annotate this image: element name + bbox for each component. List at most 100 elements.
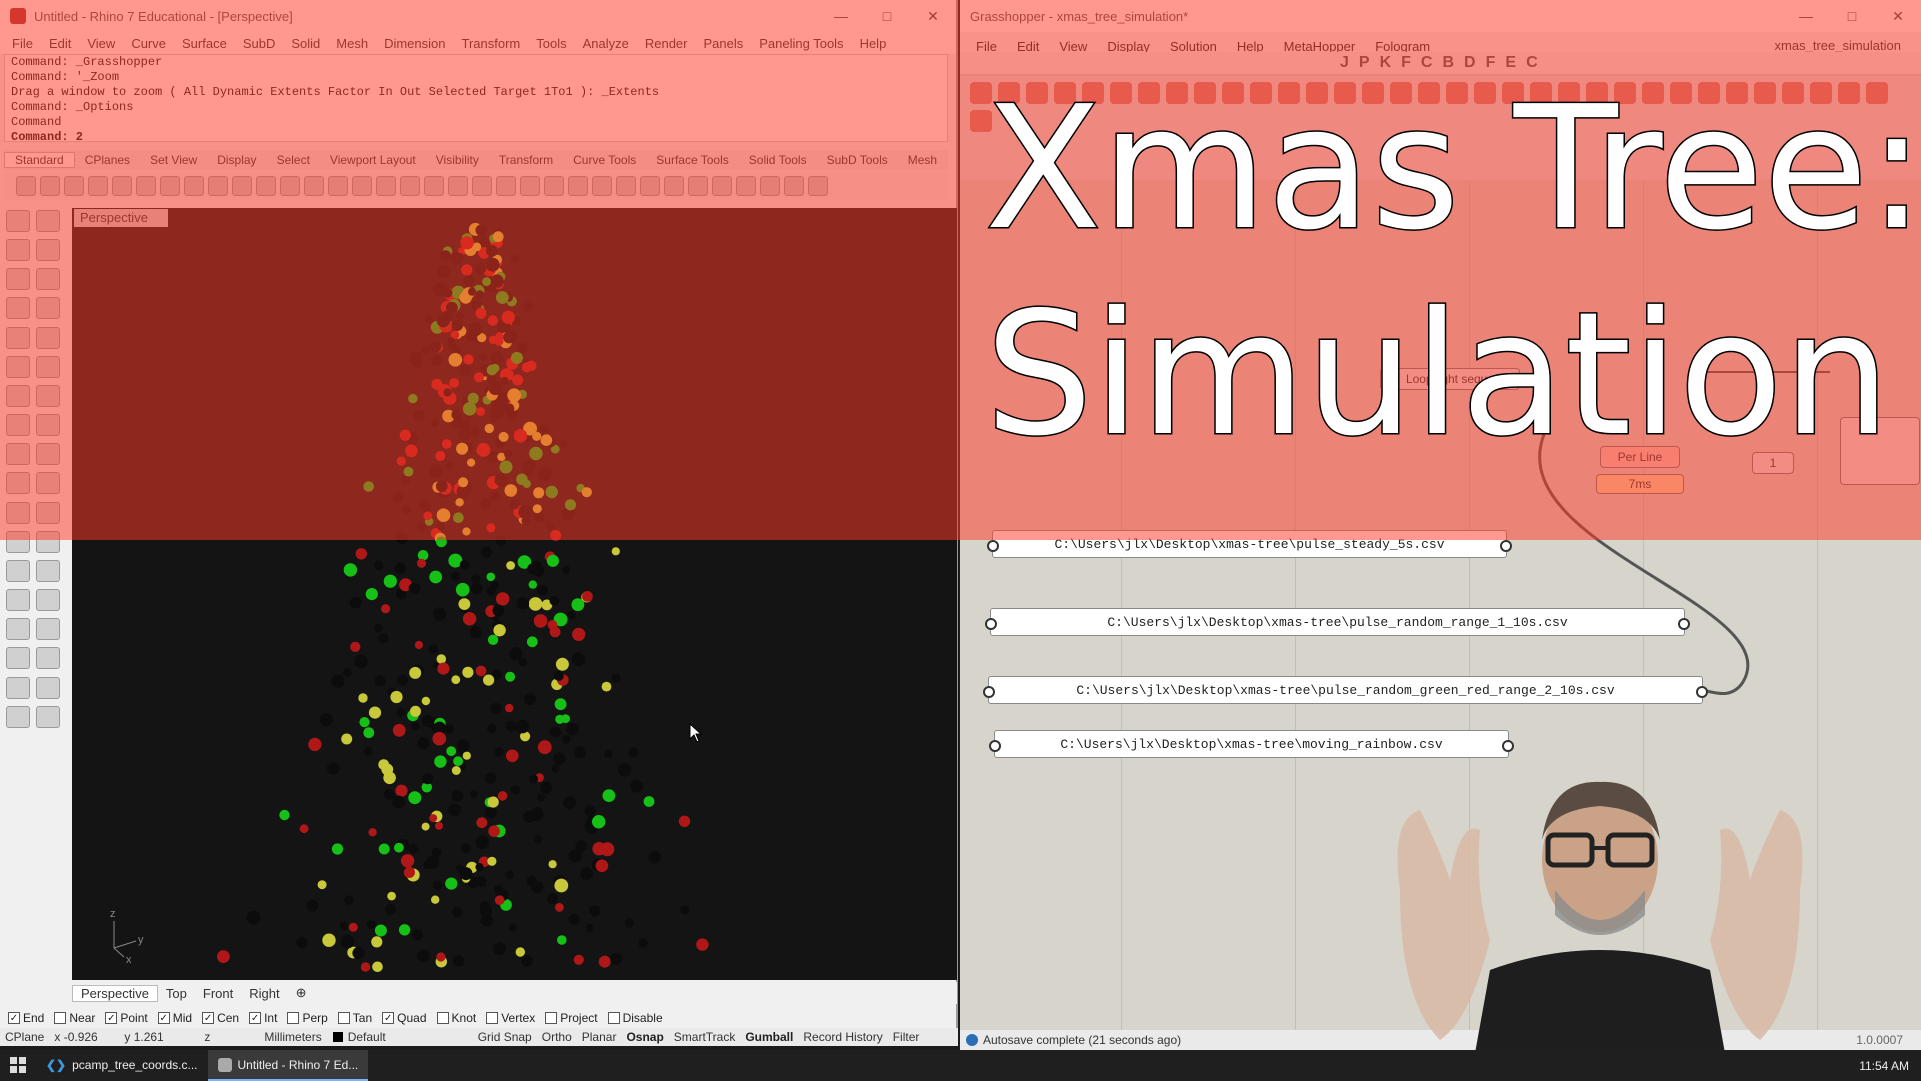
- planar-toggle[interactable]: Planar: [577, 1030, 622, 1044]
- tool-button[interactable]: [6, 530, 30, 553]
- tool-button[interactable]: [6, 210, 30, 232]
- tool-button[interactable]: [36, 647, 60, 670]
- add-viewport-icon[interactable]: ⊕: [288, 985, 315, 1001]
- tab-standard[interactable]: Standard: [4, 152, 75, 168]
- tool-button[interactable]: [36, 297, 60, 320]
- tool-button[interactable]: [6, 326, 30, 349]
- toolbar-button[interactable]: [208, 176, 228, 196]
- tool-button[interactable]: [6, 647, 30, 670]
- viewport-tab-top[interactable]: Top: [158, 986, 195, 1001]
- tool-button[interactable]: [36, 530, 60, 553]
- menu-mesh[interactable]: Mesh: [328, 36, 376, 51]
- ortho-toggle[interactable]: Ortho: [537, 1030, 577, 1044]
- tab-set-view[interactable]: Set View: [140, 153, 207, 167]
- osnap-toggle[interactable]: Osnap: [621, 1030, 668, 1044]
- tool-button[interactable]: [36, 384, 60, 407]
- tool-button[interactable]: [36, 239, 60, 262]
- checkbox[interactable]: ✓: [202, 1012, 215, 1024]
- record-history-toggle[interactable]: Record History: [798, 1030, 887, 1044]
- tab-solid-tools[interactable]: Solid Tools: [739, 153, 817, 167]
- toolbar-button[interactable]: [184, 176, 204, 196]
- tool-button[interactable]: [6, 239, 30, 262]
- close-button[interactable]: ✕: [910, 0, 956, 32]
- tab-viewport-layout[interactable]: Viewport Layout: [320, 153, 426, 167]
- viewport-tab-perspective[interactable]: Perspective: [72, 984, 158, 1002]
- file-path-panel[interactable]: C:\Users\jlx\Desktop\xmas-tree\pulse_ran…: [983, 676, 1708, 704]
- menu-view[interactable]: View: [79, 36, 123, 51]
- toolbar-button[interactable]: [136, 176, 156, 196]
- menu-analyze[interactable]: Analyze: [575, 36, 637, 51]
- gh-close-button[interactable]: ✕: [1875, 0, 1921, 32]
- toolbar-button[interactable]: [280, 176, 300, 196]
- tool-button[interactable]: [36, 326, 60, 349]
- checkbox[interactable]: [54, 1012, 67, 1024]
- osnap-project[interactable]: Project: [545, 1011, 598, 1025]
- current-layer[interactable]: Default: [343, 1030, 473, 1044]
- tab-display[interactable]: Display: [207, 153, 266, 167]
- checkbox[interactable]: [607, 1012, 620, 1024]
- tab-curve-tools[interactable]: Curve Tools: [563, 153, 646, 167]
- toolbar-button[interactable]: [568, 176, 588, 196]
- menu-render[interactable]: Render: [637, 36, 696, 51]
- tool-button[interactable]: [36, 559, 60, 582]
- toolbar-button[interactable]: [688, 176, 708, 196]
- toolbar-button[interactable]: [256, 176, 276, 196]
- tab-transform[interactable]: Transform: [489, 153, 563, 167]
- checkbox[interactable]: [436, 1012, 449, 1024]
- osnap-quad[interactable]: ✓ Quad: [382, 1011, 427, 1025]
- toolbar-button[interactable]: [376, 176, 396, 196]
- checkbox[interactable]: ✓: [382, 1012, 395, 1024]
- tool-button[interactable]: [36, 589, 60, 612]
- osnap-perp[interactable]: Perp: [287, 1011, 328, 1025]
- toolbar-button[interactable]: [352, 176, 372, 196]
- gh-maximize-button[interactable]: □: [1829, 0, 1875, 32]
- toolbar-button[interactable]: [64, 176, 84, 196]
- osnap-disable[interactable]: Disable: [607, 1011, 663, 1025]
- toolbar-button[interactable]: [40, 176, 60, 196]
- tab-select[interactable]: Select: [267, 153, 320, 167]
- toolbar-button[interactable]: [424, 176, 444, 196]
- checkbox[interactable]: ✓: [157, 1012, 170, 1024]
- tool-button[interactable]: [36, 472, 60, 495]
- checkbox[interactable]: ✓: [105, 1012, 118, 1024]
- toolbar-button[interactable]: [520, 176, 540, 196]
- checkbox[interactable]: [337, 1012, 350, 1024]
- tool-button[interactable]: [6, 384, 30, 407]
- toolbar-button[interactable]: [616, 176, 636, 196]
- menu-file[interactable]: File: [4, 36, 41, 51]
- tool-button[interactable]: [6, 618, 30, 641]
- menu-panels[interactable]: Panels: [695, 36, 751, 51]
- file-path-panel[interactable]: C:\Users\jlx\Desktop\xmas-tree\pulse_ste…: [987, 530, 1512, 558]
- tool-button[interactable]: [6, 676, 30, 699]
- tool-button[interactable]: [36, 501, 60, 524]
- menu-tools[interactable]: Tools: [528, 36, 574, 51]
- menu-curve[interactable]: Curve: [123, 36, 174, 51]
- menu-transform[interactable]: Transform: [453, 36, 528, 51]
- tool-button[interactable]: [6, 501, 30, 524]
- toolbar-button[interactable]: [808, 176, 828, 196]
- tool-button[interactable]: [36, 618, 60, 641]
- viewport-tab-right[interactable]: Right: [241, 986, 287, 1001]
- filter-toggle[interactable]: Filter: [888, 1030, 925, 1044]
- toolbar-button[interactable]: [760, 176, 780, 196]
- tool-button[interactable]: [6, 589, 30, 612]
- toolbar-button[interactable]: [160, 176, 180, 196]
- checkbox[interactable]: ✓: [8, 1012, 20, 1024]
- tool-button[interactable]: [36, 443, 60, 466]
- tool-button[interactable]: [36, 210, 60, 232]
- toolbar-button[interactable]: [496, 176, 516, 196]
- menu-dimension[interactable]: Dimension: [376, 36, 453, 51]
- osnap-end[interactable]: ✓ End: [8, 1011, 44, 1025]
- osnap-vertex[interactable]: Vertex: [486, 1011, 535, 1025]
- toolbar-button[interactable]: [112, 176, 132, 196]
- osnap-tan[interactable]: Tan: [337, 1011, 372, 1025]
- checkbox[interactable]: [486, 1012, 499, 1024]
- tab-mesh-tools[interactable]: Mesh: [898, 153, 947, 167]
- menu-surface[interactable]: Surface: [174, 36, 235, 51]
- perspective-viewport[interactable]: Perspective z y x: [72, 208, 957, 980]
- checkbox[interactable]: [287, 1012, 300, 1024]
- tool-button[interactable]: [6, 472, 30, 495]
- viewport-tab-front[interactable]: Front: [195, 986, 241, 1001]
- osnap-mid[interactable]: ✓ Mid: [157, 1011, 192, 1025]
- tab-visibility[interactable]: Visibility: [426, 153, 489, 167]
